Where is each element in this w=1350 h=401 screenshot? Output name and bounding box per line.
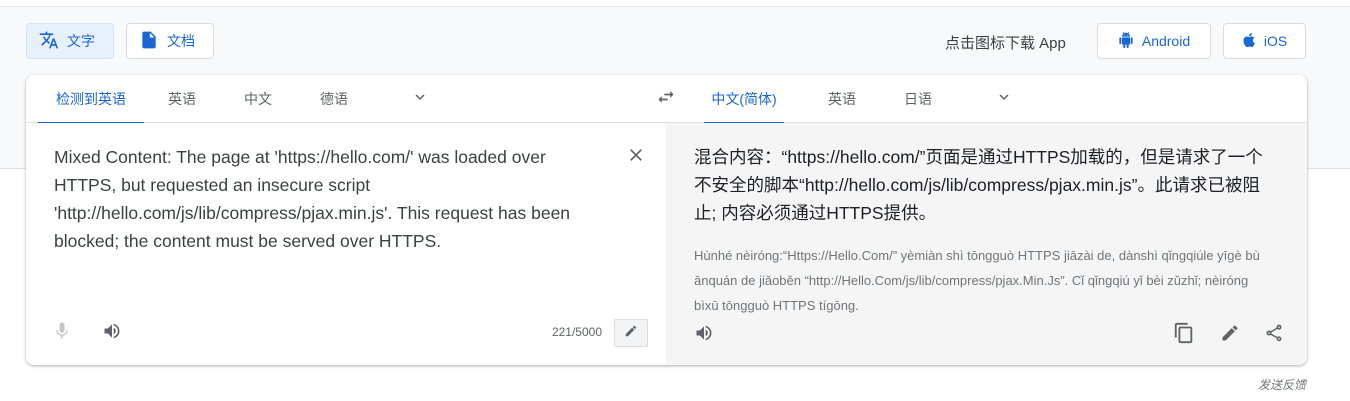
android-label: Android [1141,33,1191,49]
translation-card: 检测到英语 英语 中文 德语 中文(简体) 英语 日语 Mixed Conten… [26,75,1307,365]
apple-icon [1242,32,1264,51]
listen-translation-button[interactable] [692,323,716,347]
tab-target-chinese-simplified[interactable]: 中文(简体) [704,75,784,124]
translate-icon [39,30,67,53]
pencil-icon [1220,323,1240,348]
tab-source-english[interactable]: 英语 [160,75,204,123]
android-icon [1118,31,1142,52]
ios-app-button[interactable]: iOS [1223,23,1306,59]
language-bar: 检测到英语 英语 中文 德语 中文(简体) 英语 日语 [26,75,1307,124]
android-app-button[interactable]: Android [1097,23,1211,59]
close-icon [626,145,646,170]
tab-source-chinese[interactable]: 中文 [236,75,280,123]
source-text-input[interactable]: Mixed Content: The page at 'https://hell… [54,143,614,255]
document-mode-label: 文档 [167,33,195,49]
voice-input-button[interactable] [50,321,74,345]
clear-source-button[interactable] [624,145,648,169]
tab-source-detected[interactable]: 检测到英语 [38,75,144,124]
text-mode-button[interactable]: 文字 [26,23,114,59]
swap-icon [656,87,676,112]
text-mode-label: 文字 [67,33,95,49]
send-feedback-link[interactable]: 发送反馈 [1258,376,1306,393]
pencil-icon [624,324,638,343]
document-icon [139,30,167,53]
source-pane: Mixed Content: The page at 'https://hell… [26,123,666,365]
tab-source-german[interactable]: 德语 [312,75,356,123]
share-translation-button[interactable] [1262,323,1286,347]
listen-source-button[interactable] [100,321,124,345]
microphone-icon [52,321,72,346]
speaker-icon [102,321,122,346]
download-prompt: 点击图标下载 App [945,35,1066,52]
translation-romanization: Hùnhé nèiróng:“Https://Hello.Com/” yèmià… [694,248,1260,313]
source-language-menu[interactable] [408,87,432,111]
swap-languages-button[interactable] [654,87,678,111]
handwriting-button[interactable] [614,319,648,347]
suggest-edit-button[interactable] [1218,323,1242,347]
translation-text: 混合内容：“https://hello.com/”页面是通过HTTPS加载的，但… [694,147,1263,223]
target-pane: 混合内容：“https://hello.com/”页面是通过HTTPS加载的，但… [666,123,1307,365]
copy-translation-button[interactable] [1172,322,1196,349]
tab-target-english[interactable]: 英语 [820,75,864,123]
document-mode-button[interactable]: 文档 [126,23,214,59]
tab-target-japanese[interactable]: 日语 [896,75,940,123]
share-icon [1264,323,1284,348]
copy-icon [1173,322,1195,349]
speaker-icon [694,323,714,348]
chevron-down-icon [995,88,1013,111]
chevron-down-icon [411,88,429,111]
character-count: 221/5000 [551,325,602,339]
ios-label: iOS [1263,33,1288,49]
target-language-menu[interactable] [992,87,1016,111]
